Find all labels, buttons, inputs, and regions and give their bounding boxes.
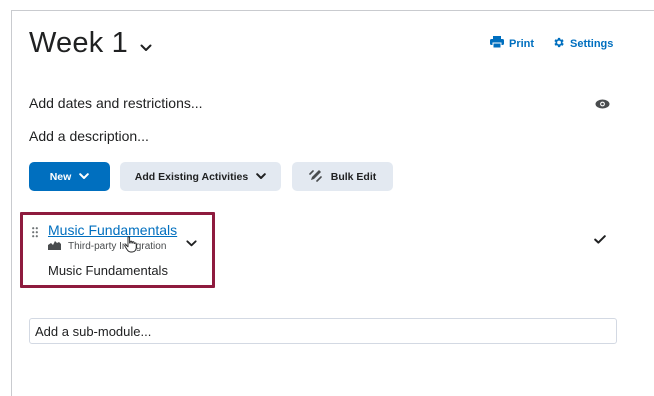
printer-icon — [490, 36, 504, 51]
new-button[interactable]: New — [29, 162, 110, 191]
new-button-label: New — [49, 170, 72, 183]
chevron-down-icon — [256, 171, 266, 183]
chevron-down-icon — [79, 171, 90, 183]
bulk-edit-label: Bulk Edit — [330, 170, 377, 183]
item-type-label: Third-party Integration — [68, 241, 167, 252]
gear-icon — [552, 36, 565, 52]
add-description-link[interactable]: Add a description... — [29, 128, 149, 144]
add-submodule-input[interactable] — [29, 318, 617, 344]
item-title-link[interactable]: Music Fundamentals — [48, 222, 177, 238]
checkmark-icon[interactable] — [594, 231, 606, 249]
item-type: Third-party Integration — [48, 240, 166, 253]
page-title: Week 1 — [29, 27, 128, 59]
pencil-icon — [308, 168, 323, 185]
drag-handle-icon[interactable] — [32, 225, 38, 243]
bulk-edit-button[interactable]: Bulk Edit — [292, 162, 393, 191]
module-header: Week 1 — [29, 27, 152, 60]
settings-button[interactable]: Settings — [552, 36, 613, 52]
print-label: Print — [509, 37, 535, 50]
settings-label: Settings — [570, 38, 614, 50]
item-description: Music Fundamentals — [48, 263, 168, 278]
chevron-down-icon[interactable] — [140, 44, 152, 52]
add-dates-link[interactable]: Add dates and restrictions... — [29, 95, 203, 111]
print-button[interactable]: Print — [490, 36, 534, 51]
add-existing-label: Add Existing Activities — [134, 170, 249, 183]
add-existing-activities-button[interactable]: Add Existing Activities — [120, 162, 281, 191]
chevron-down-icon[interactable] — [186, 234, 197, 252]
puzzle-icon — [48, 240, 61, 253]
hand-cursor-icon — [124, 236, 138, 258]
eye-icon[interactable] — [595, 96, 610, 114]
